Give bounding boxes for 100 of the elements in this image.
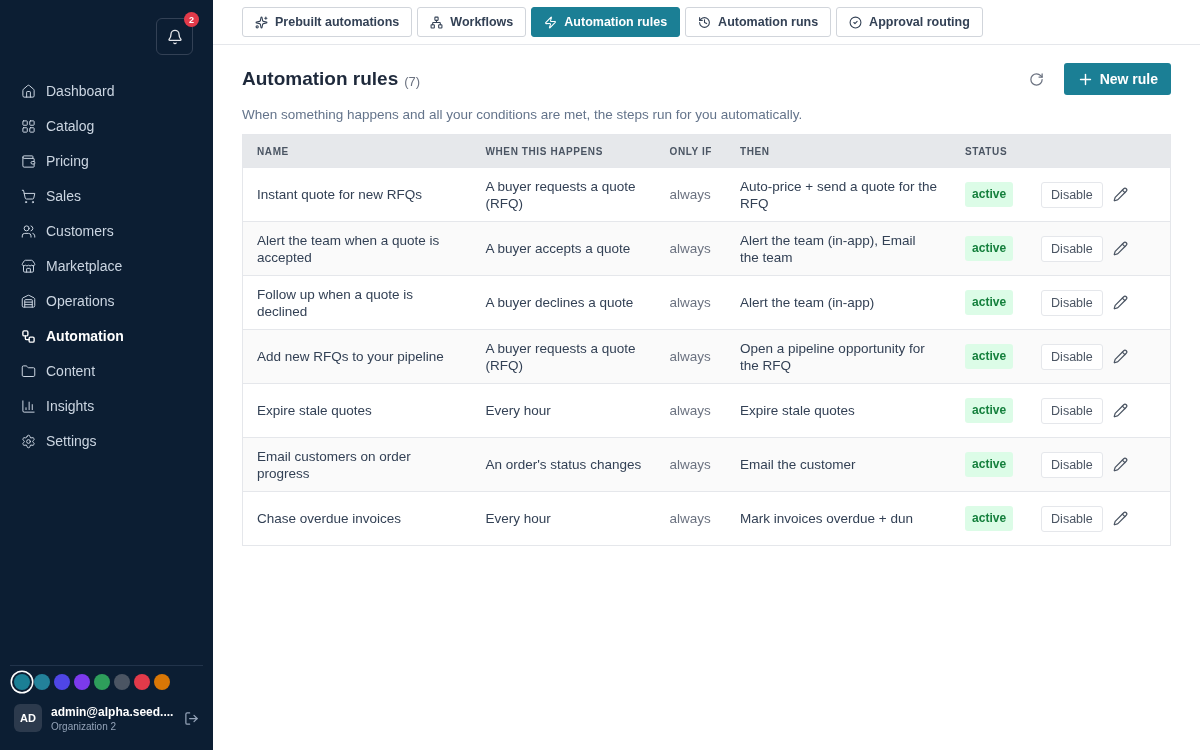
table-cell: always xyxy=(655,275,727,330)
nav-item[interactable]: Insights xyxy=(10,390,203,422)
table-cell: A buyer requests a quote (RFQ) xyxy=(471,167,656,222)
nav-item[interactable]: Dashboard xyxy=(10,75,203,107)
table-cell: always xyxy=(655,437,727,492)
cart-icon xyxy=(21,188,36,204)
table-cell: Follow up when a quote is declined xyxy=(242,275,472,330)
status-badge: active xyxy=(965,182,1014,207)
color-swatch[interactable] xyxy=(114,674,130,690)
table-cell: Instant quote for new RFQs xyxy=(242,167,472,222)
table-cell: Alert the team (in-app), Email the team xyxy=(726,221,952,276)
table-cell: always xyxy=(655,383,727,438)
table-cell: always xyxy=(655,329,727,384)
disable-button[interactable]: Disable xyxy=(1041,235,1103,262)
status-badge: active xyxy=(965,452,1014,477)
color-swatch[interactable] xyxy=(94,674,110,690)
workflow-icon xyxy=(21,328,36,344)
status-badge: active xyxy=(965,236,1014,261)
table-cell: Every hour xyxy=(471,491,656,546)
edit-button[interactable] xyxy=(1112,457,1128,472)
table-cell: Open a pipeline opportunity for the RFQ xyxy=(726,329,952,384)
disable-button[interactable]: Disable xyxy=(1041,343,1103,370)
edit-button[interactable] xyxy=(1112,241,1128,256)
page-title: Automation rules xyxy=(242,68,399,90)
table-cell: always xyxy=(655,491,727,546)
edit-button[interactable] xyxy=(1112,511,1128,526)
check-circle-icon xyxy=(849,15,863,29)
bell-icon xyxy=(166,28,183,45)
tab[interactable]: Approval routing xyxy=(836,7,983,37)
edit-button[interactable] xyxy=(1112,403,1128,418)
column-header: THEN xyxy=(726,134,952,168)
table-cell: always xyxy=(655,221,727,276)
table-cell: Expire stale quotes xyxy=(726,383,952,438)
nav-item[interactable]: Catalog xyxy=(10,110,203,142)
nav-item[interactable]: Sales xyxy=(10,180,203,212)
column-header: STATUS xyxy=(951,134,1028,168)
tab[interactable]: Workflows xyxy=(417,7,527,37)
tab[interactable]: Automation runs xyxy=(685,7,832,37)
table-cell: always xyxy=(655,167,727,222)
house-icon xyxy=(21,83,36,99)
column-header: NAME xyxy=(242,134,472,168)
lightning-icon xyxy=(544,15,558,29)
user-email: admin@alpha.seed.... xyxy=(51,704,175,719)
edit-button[interactable] xyxy=(1112,295,1128,310)
grid-icon xyxy=(21,118,36,134)
disable-button[interactable]: Disable xyxy=(1041,505,1103,532)
column-header: ONLY IF xyxy=(655,134,727,168)
color-swatch[interactable] xyxy=(154,674,170,690)
store-icon xyxy=(21,258,36,274)
color-swatch[interactable] xyxy=(74,674,90,690)
wallet-icon xyxy=(21,153,36,169)
tab[interactable]: Prebuilt automations xyxy=(242,7,413,37)
rule-count: (7) xyxy=(404,73,421,89)
warehouse-icon xyxy=(21,293,36,309)
new-rule-button[interactable]: New rule xyxy=(1063,63,1171,95)
table-cell: Email the customer xyxy=(726,437,952,492)
nav-item[interactable]: Customers xyxy=(10,215,203,247)
table-cell: A buyer requests a quote (RFQ) xyxy=(471,329,656,384)
table-cell: Alert the team when a quote is accepted xyxy=(242,221,472,276)
disable-button[interactable]: Disable xyxy=(1041,451,1103,478)
table-cell: Every hour xyxy=(471,383,656,438)
status-badge: active xyxy=(965,344,1014,369)
network-icon xyxy=(430,15,444,29)
table-cell: Chase overdue invoices xyxy=(242,491,472,546)
nav-item[interactable]: Content xyxy=(10,355,203,387)
page-description: When something happens and all your conditions are met, the steps run for you automatically. xyxy=(242,107,804,122)
status-badge: active xyxy=(965,290,1014,315)
status-badge: active xyxy=(965,398,1014,423)
logout-button[interactable] xyxy=(184,710,199,726)
history-icon xyxy=(698,15,712,29)
tab[interactable]: Automation rules xyxy=(531,7,681,37)
settings-icon xyxy=(21,433,36,449)
edit-button[interactable] xyxy=(1112,349,1128,364)
disable-button[interactable]: Disable xyxy=(1041,397,1103,424)
sparkles-icon xyxy=(255,15,268,29)
users-icon xyxy=(21,223,36,239)
table-cell: A buyer accepts a quote xyxy=(471,221,656,276)
nav-item[interactable]: Settings xyxy=(10,425,203,457)
nav-item[interactable]: Marketplace xyxy=(10,250,203,282)
color-swatch[interactable] xyxy=(14,674,30,690)
nav-item[interactable]: Operations xyxy=(10,285,203,317)
bar-chart-icon xyxy=(21,398,36,414)
table-cell: Mark invoices overdue + dun xyxy=(726,491,952,546)
color-swatch[interactable] xyxy=(34,674,50,690)
refresh-button[interactable] xyxy=(1028,71,1044,87)
color-swatch[interactable] xyxy=(54,674,70,690)
disable-button[interactable]: Disable xyxy=(1041,181,1103,208)
disable-button[interactable]: Disable xyxy=(1041,289,1103,316)
folder-icon xyxy=(21,363,36,379)
status-badge: active xyxy=(965,506,1014,531)
table-cell: An order's status changes xyxy=(471,437,656,492)
table-cell: Auto-price + send a quote for the RFQ xyxy=(726,167,952,222)
nav-item[interactable]: Automation xyxy=(10,320,203,352)
table-cell: Add new RFQs to your pipeline xyxy=(242,329,472,384)
color-swatch[interactable] xyxy=(134,674,150,690)
column-header: WHEN THIS HAPPENS xyxy=(471,134,656,168)
nav-item[interactable]: Pricing xyxy=(10,145,203,177)
table-cell: A buyer declines a quote xyxy=(471,275,656,330)
edit-button[interactable] xyxy=(1112,187,1128,202)
user-avatar: AD xyxy=(14,704,42,732)
